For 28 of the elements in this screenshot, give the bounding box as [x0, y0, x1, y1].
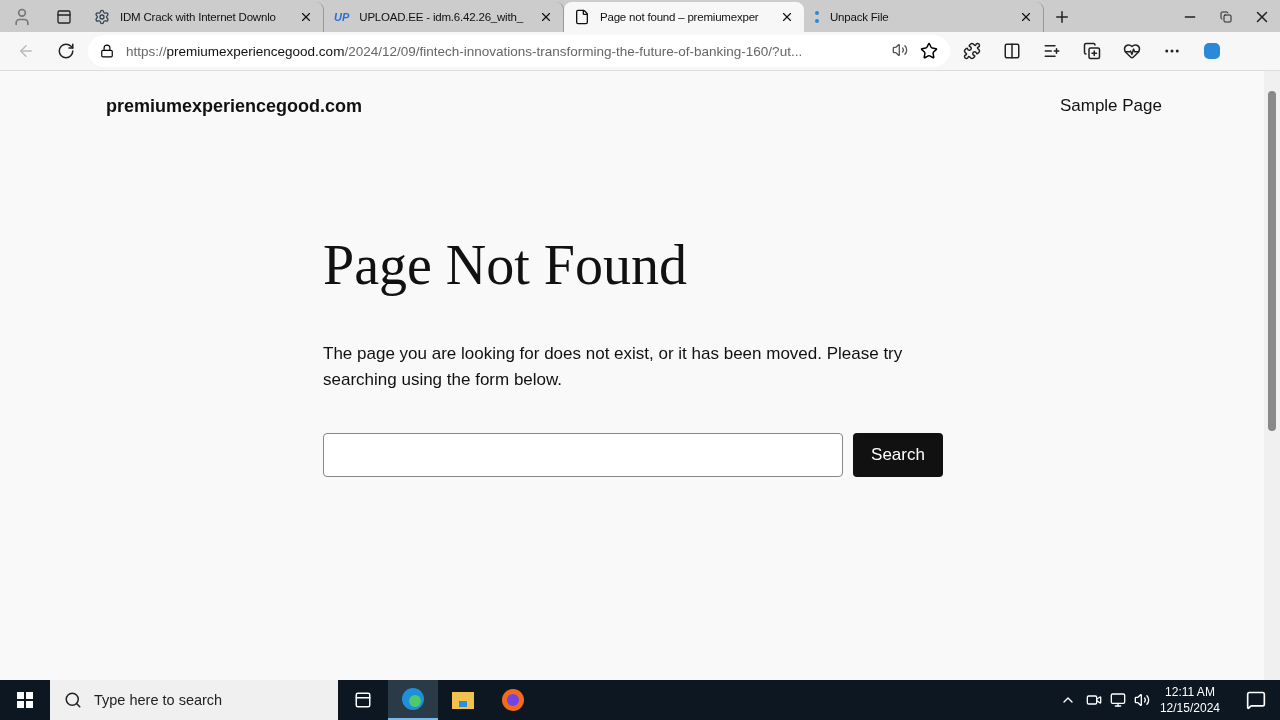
tab-logo: UP [334, 11, 350, 23]
address-bar[interactable]: https://premiumexperiencegood.com/2024/12/09/fintech-innovations-transforming-the-future-of-banking-160/?ut... [88, 35, 950, 67]
volume-icon[interactable] [1133, 692, 1150, 708]
page-heading: Page Not Found [323, 233, 688, 297]
lock-icon [100, 44, 114, 58]
close-icon[interactable] [780, 10, 794, 24]
network-icon[interactable] [1109, 692, 1126, 708]
taskbar-search[interactable]: Type here to search [50, 680, 338, 720]
page-icon [574, 9, 590, 25]
dots-icon [814, 10, 820, 24]
star-icon[interactable] [920, 42, 938, 60]
clock[interactable]: 12:11 AM 12/15/2024 [1159, 684, 1220, 716]
search-field[interactable] [323, 433, 843, 477]
url-text: https://premiumexperiencegood.com/2024/12/09/fintech-innovations-transforming-the-future-of-banking-160/?ut... [126, 43, 804, 59]
gear-icon [94, 9, 110, 25]
site-title[interactable]: premiumexperiencegood.com [106, 95, 363, 117]
camera-icon[interactable] [1085, 692, 1102, 708]
notifications-icon[interactable] [1246, 690, 1266, 710]
close-icon[interactable] [1019, 10, 1033, 24]
nav-link[interactable]: Sample Page [1059, 96, 1162, 116]
close-icon[interactable] [299, 10, 313, 24]
browser-tab[interactable]: Page not found – premiumexper [564, 2, 804, 32]
error-message: The page you are looking for does not exist, or it has been moved. Please try searching using the form below. [323, 343, 904, 391]
search-button[interactable]: Search [853, 433, 943, 477]
scrollbar-thumb[interactable] [1268, 91, 1276, 431]
close-icon[interactable] [539, 10, 553, 24]
edge-icon[interactable] [388, 680, 438, 720]
search-icon [64, 691, 82, 709]
